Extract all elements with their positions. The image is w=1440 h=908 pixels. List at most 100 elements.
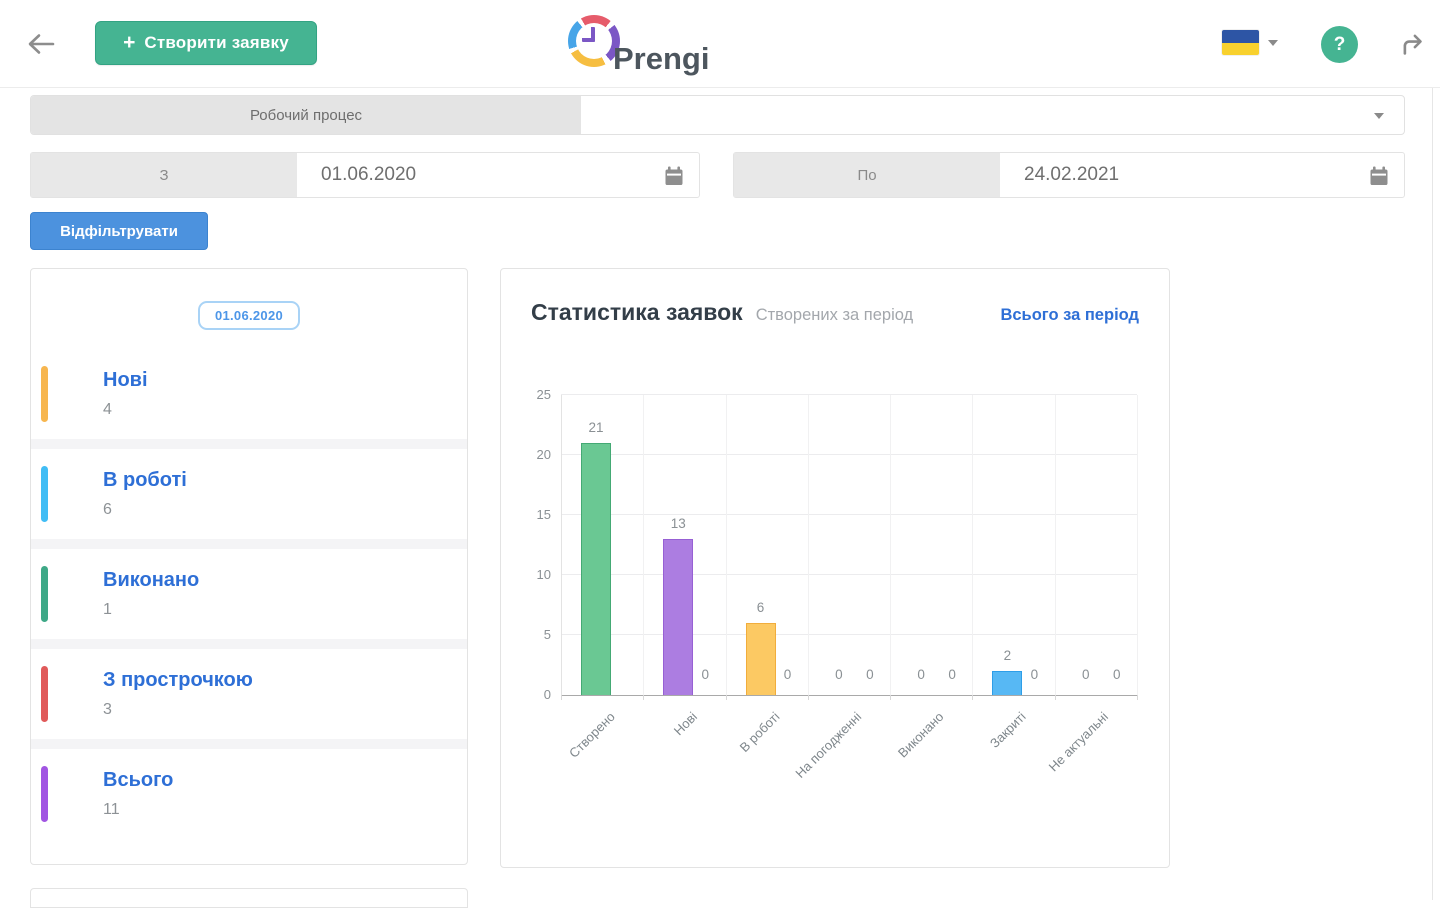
share-icon[interactable] bbox=[1398, 29, 1428, 59]
status-color-bar bbox=[41, 366, 48, 422]
calendar-icon[interactable] bbox=[1368, 165, 1390, 187]
status-count: 6 bbox=[103, 501, 112, 518]
x-axis-tick bbox=[1055, 695, 1056, 700]
workflow-select-label: Робочий процес bbox=[31, 96, 581, 134]
ukraine-flag-icon bbox=[1222, 30, 1259, 55]
gridline bbox=[1055, 395, 1056, 695]
back-arrow-icon[interactable] bbox=[24, 27, 58, 61]
list-item: Всього 11 bbox=[31, 749, 467, 839]
status-count: 3 bbox=[103, 701, 112, 718]
page: + Створити заявку Prengi ? Робочий проце… bbox=[0, 0, 1440, 908]
divider bbox=[31, 439, 467, 449]
summary-list: Нові 4 В роботі 6 Виконано 1 З прострочкою 3 Всь… bbox=[31, 349, 467, 839]
status-color-bar bbox=[41, 566, 48, 622]
gridline bbox=[561, 454, 1137, 455]
app-logo: Prengi bbox=[568, 15, 709, 74]
gridline bbox=[890, 395, 891, 695]
status-count: 11 bbox=[103, 801, 120, 818]
date-badge: 01.06.2020 bbox=[197, 301, 301, 330]
create-request-button[interactable]: + Створити заявку bbox=[95, 21, 317, 65]
summary-panel: 01.06.2020 Нові 4 В роботі 6 Виконано 1 З прос… bbox=[30, 268, 468, 865]
x-axis-category-label: Нові bbox=[670, 709, 701, 739]
bar-value-label: 6 bbox=[756, 600, 765, 615]
date-to-label: По bbox=[734, 153, 1000, 197]
date-from-field[interactable]: З 01.06.2020 bbox=[30, 152, 700, 198]
gridline bbox=[972, 395, 973, 695]
status-color-bar bbox=[41, 766, 48, 822]
list-item: В роботі 6 bbox=[31, 449, 467, 539]
date-to-field[interactable]: По 24.02.2021 bbox=[733, 152, 1405, 198]
bar-value-label: 0 bbox=[701, 667, 710, 682]
bar-В роботі bbox=[745, 623, 776, 695]
y-axis-tick-label: 0 bbox=[543, 687, 551, 702]
statistics-panel: Статистика заявок Створених за період Вс… bbox=[500, 268, 1170, 868]
total-period-link[interactable]: Всього за період bbox=[1000, 306, 1139, 325]
x-axis-tick bbox=[808, 695, 809, 700]
apply-filter-button[interactable]: Відфільтрувати bbox=[30, 212, 208, 250]
status-color-bar bbox=[41, 666, 48, 722]
x-axis-tick bbox=[561, 695, 562, 700]
plus-icon: + bbox=[123, 30, 136, 54]
y-axis-tick-label: 15 bbox=[536, 507, 551, 522]
gridline bbox=[643, 395, 644, 695]
bar-value-label: 0 bbox=[866, 667, 874, 682]
scrollbar-track[interactable] bbox=[1432, 88, 1433, 900]
create-request-label: Створити заявку bbox=[144, 33, 289, 52]
chevron-down-icon bbox=[1268, 39, 1278, 46]
list-item: З прострочкою 3 bbox=[31, 649, 467, 739]
status-link[interactable]: В роботі bbox=[103, 469, 187, 492]
status-link[interactable]: Нові bbox=[103, 369, 148, 392]
x-axis-line bbox=[561, 695, 1137, 696]
bar-value-label: 21 bbox=[588, 420, 604, 435]
gridline bbox=[561, 574, 1137, 575]
gridline bbox=[561, 514, 1137, 515]
bar-value-label: 0 bbox=[1030, 667, 1039, 682]
gridline bbox=[726, 395, 727, 695]
divider bbox=[31, 539, 467, 549]
gridline bbox=[1137, 395, 1138, 695]
list-item: Виконано 1 bbox=[31, 549, 467, 639]
chart-subtitle-created-period: Створених за період bbox=[755, 306, 914, 324]
x-axis-tick bbox=[1137, 695, 1138, 700]
status-link[interactable]: Всього bbox=[103, 769, 173, 792]
workflow-select[interactable]: Робочий процес bbox=[30, 95, 1405, 135]
date-from-label: З bbox=[31, 153, 297, 197]
gridline bbox=[808, 395, 809, 695]
bar-value-label: 0 bbox=[948, 667, 956, 682]
language-selector[interactable] bbox=[1222, 30, 1278, 55]
status-color-bar bbox=[41, 466, 48, 522]
date-from-value: 01.06.2020 bbox=[321, 164, 417, 185]
top-bar: + Створити заявку Prengi ? bbox=[0, 0, 1440, 88]
x-axis-category-label: Виконано bbox=[895, 709, 947, 761]
x-axis-tick bbox=[643, 695, 644, 700]
bar-value-label: 0 bbox=[783, 667, 792, 682]
help-button[interactable]: ? bbox=[1321, 26, 1358, 63]
date-to-value: 24.02.2021 bbox=[1024, 164, 1120, 185]
y-axis-tick-label: 20 bbox=[536, 447, 551, 462]
next-panel-edge bbox=[30, 888, 468, 908]
bar-value-label: 2 bbox=[1003, 648, 1012, 663]
y-axis-line bbox=[561, 395, 562, 695]
list-item: Нові 4 bbox=[31, 349, 467, 439]
x-axis-category-label: Створено bbox=[566, 709, 618, 761]
x-axis-category-label: В роботі bbox=[736, 709, 783, 755]
status-link[interactable]: З прострочкою bbox=[103, 669, 253, 692]
logo-text: Prengi bbox=[613, 41, 710, 76]
x-axis-category-label: На погодженні bbox=[792, 709, 865, 781]
x-axis-tick bbox=[972, 695, 973, 700]
calendar-icon[interactable] bbox=[663, 165, 685, 187]
divider bbox=[31, 639, 467, 649]
status-link[interactable]: Виконано bbox=[103, 569, 199, 592]
x-axis-category-label: Не актуальні bbox=[1046, 709, 1112, 775]
bar-Створено bbox=[581, 443, 611, 695]
y-axis-tick-label: 25 bbox=[536, 387, 551, 402]
gridline bbox=[561, 634, 1137, 635]
bar-value-label: 13 bbox=[670, 516, 686, 531]
bar-value-label: 0 bbox=[1112, 667, 1121, 682]
chevron-down-icon bbox=[1374, 113, 1384, 119]
y-axis-tick-label: 10 bbox=[536, 567, 551, 582]
chart-title: Статистика заявок bbox=[531, 299, 743, 325]
y-axis-tick-label: 5 bbox=[543, 627, 551, 642]
status-count: 1 bbox=[103, 601, 112, 618]
x-axis-category-label: Закриті bbox=[987, 709, 1030, 751]
